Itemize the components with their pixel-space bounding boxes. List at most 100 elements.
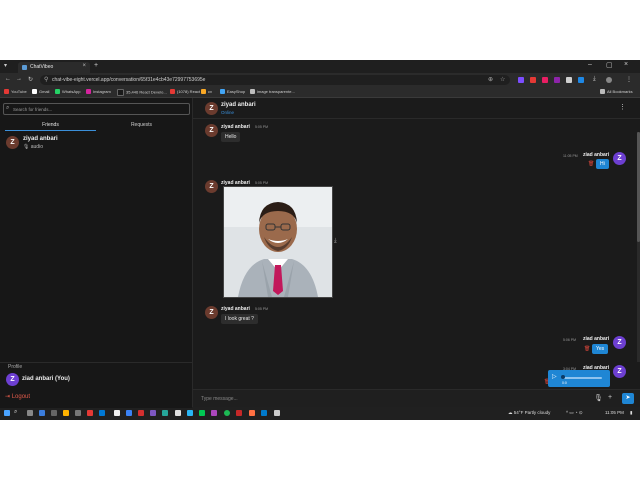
app-icon[interactable]	[99, 410, 105, 416]
message-input[interactable]	[201, 393, 581, 405]
extensions-puzzle-icon[interactable]	[566, 77, 572, 83]
app-icon[interactable]	[75, 410, 81, 416]
instagram-icon	[86, 89, 91, 95]
star-icon[interactable]: ☆	[500, 76, 505, 83]
my-avatar: Z	[613, 365, 626, 378]
clock[interactable]: 11:05 PM	[605, 410, 624, 415]
tab-title: ChatVibeo	[30, 64, 54, 70]
app-icon[interactable]	[199, 410, 205, 416]
forward-icon[interactable]: →	[16, 76, 22, 82]
app-icon[interactable]	[162, 410, 168, 416]
task-view-icon[interactable]	[27, 410, 33, 416]
attach-icon[interactable]: +	[608, 394, 612, 401]
friend-item[interactable]: Z ziyad anbari 🎙︎ audio	[6, 136, 186, 152]
app-icon[interactable]	[39, 410, 45, 416]
send-button[interactable]: ➤	[622, 393, 634, 404]
extension-icon[interactable]	[542, 77, 548, 83]
search-input[interactable]	[13, 104, 183, 114]
bookmark-easyshop[interactable]: EasyShop	[220, 89, 245, 95]
delete-icon[interactable]: 🗑︎	[588, 161, 594, 167]
bookmark-whatsapp[interactable]: WhatsApp	[55, 89, 80, 95]
start-icon[interactable]	[4, 410, 10, 416]
bookmark-react[interactable]: (1078) React	[170, 89, 200, 95]
app-icon[interactable]	[211, 410, 217, 416]
microphone-icon[interactable]: 🎙︎	[594, 394, 603, 402]
back-icon[interactable]: ←	[5, 76, 11, 82]
address-bar[interactable]: ⚲ chat-vibe-eight.vercel.app/conversatio…	[40, 75, 510, 85]
bookmark-image-transparente[interactable]: image transparente...	[250, 89, 295, 95]
youtube-icon	[4, 89, 9, 95]
gmail-icon	[32, 89, 37, 95]
app-icon[interactable]	[114, 410, 120, 416]
new-tab-button[interactable]: +	[94, 62, 98, 69]
all-bookmarks[interactable]: All Bookmarks	[600, 89, 633, 95]
delete-icon[interactable]: 🗑︎	[584, 346, 590, 352]
chat-header: Z ziyad anbari Online ⋮	[193, 98, 640, 119]
app-icon[interactable]	[175, 410, 181, 416]
audio-seek-handle[interactable]	[561, 375, 565, 379]
reload-icon[interactable]: ↻	[28, 76, 33, 83]
minimize-icon[interactable]: –	[588, 61, 592, 68]
site-info-icon[interactable]: ⚲	[44, 76, 48, 83]
bookmark-youtube[interactable]: YouTube	[4, 89, 27, 95]
favicon-icon	[22, 65, 27, 70]
notifications-icon[interactable]: ▮	[630, 410, 632, 416]
whatsapp-icon	[55, 89, 60, 95]
bookmark-react-developers[interactable]: 35,446 React Develo...	[117, 89, 167, 96]
app-icon[interactable]	[150, 410, 156, 416]
download-image-icon[interactable]: ⤓	[334, 238, 337, 245]
app-icon[interactable]	[138, 410, 144, 416]
logout-icon: ⇥	[5, 394, 12, 400]
maximize-icon[interactable]: ▢	[606, 61, 613, 69]
profile-label: Profile	[8, 364, 23, 370]
portrait-photo	[224, 187, 332, 297]
friend-search[interactable]: ⌕	[3, 103, 190, 115]
vscode-icon[interactable]	[261, 410, 267, 416]
url-text[interactable]: chat-vibe-eight.vercel.app/conversation/…	[52, 77, 205, 83]
app-icon[interactable]	[187, 410, 193, 416]
bookmark-cv[interactable]: cv	[201, 89, 212, 95]
extension-icon[interactable]	[578, 77, 584, 83]
extension-icon[interactable]	[554, 77, 560, 83]
message-bubble: Hello	[221, 132, 241, 142]
chrome-icon[interactable]	[274, 410, 280, 416]
app-icon[interactable]	[236, 410, 242, 416]
zoom-icon[interactable]: ⊕	[488, 76, 493, 83]
close-window-icon[interactable]: ×	[624, 61, 628, 68]
tab-friends[interactable]: Friends	[5, 122, 96, 131]
image-icon	[250, 89, 255, 95]
weather[interactable]: ☁ 54°F Partly cloudy	[508, 410, 550, 416]
message-bubble: Yes	[592, 344, 609, 354]
message-bubble: I look great ?	[221, 314, 258, 324]
bookmark-icon	[117, 89, 124, 96]
browser-menu-icon[interactable]: ⋮	[626, 76, 632, 83]
my-avatar[interactable]: Z	[6, 373, 19, 386]
profile-avatar[interactable]	[606, 77, 612, 83]
bookmark-gmail[interactable]: Gmail	[32, 89, 49, 95]
last-message: 🎙︎ audio	[23, 144, 43, 150]
spotify-icon[interactable]	[224, 410, 230, 416]
app-icon[interactable]	[87, 410, 93, 416]
file-explorer-icon[interactable]	[63, 410, 69, 416]
tab-search-icon[interactable]: ▾	[4, 62, 7, 69]
taskbar-search-icon[interactable]: ⌕	[14, 409, 17, 416]
app-icon[interactable]	[249, 410, 255, 416]
tray-icons[interactable]: ^ ▭ ◔ ⊙	[566, 410, 583, 416]
profile-name: ziad anbari (You)	[22, 376, 70, 382]
download-icon[interactable]: ⤓	[593, 76, 596, 83]
bookmark-instagram[interactable]: Instagram	[86, 89, 111, 95]
logout-button[interactable]: ⇥ Logout	[5, 393, 30, 400]
audio-progress[interactable]	[562, 377, 602, 379]
extension-icon[interactable]	[530, 77, 536, 83]
browser-tab[interactable]: ChatVibeo ×	[18, 62, 90, 73]
play-icon[interactable]: ▷	[552, 373, 557, 380]
message-image[interactable]	[223, 186, 333, 298]
friend-name: ziyad anbari	[23, 136, 58, 142]
tab-requests[interactable]: Requests	[96, 122, 187, 128]
contact-avatar[interactable]: Z	[205, 102, 218, 115]
close-tab-icon[interactable]: ×	[82, 63, 86, 69]
app-icon[interactable]	[126, 410, 132, 416]
more-options-icon[interactable]: ⋮	[619, 103, 626, 111]
extension-icon[interactable]	[518, 77, 524, 83]
app-icon[interactable]	[51, 410, 57, 416]
